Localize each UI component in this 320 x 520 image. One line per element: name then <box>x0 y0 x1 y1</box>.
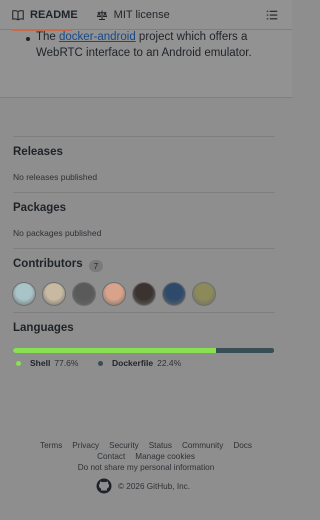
language-shell[interactable]: Shell 77.6% <box>16 358 78 368</box>
docker-android-link[interactable]: docker-android <box>59 31 136 43</box>
contributor-avatar[interactable] <box>42 282 66 306</box>
footer-privacy-link[interactable]: Do not share my personal information <box>0 463 292 472</box>
divider <box>13 312 275 313</box>
footer-links-secondary: Contact Manage cookies <box>0 452 292 461</box>
footer-links: Terms Privacy Security Status Community Docs <box>0 441 292 450</box>
releases-empty: No releases published <box>13 172 98 182</box>
language-percent: 77.6% <box>54 358 79 368</box>
footer-link[interactable]: Community <box>182 441 223 450</box>
divider <box>13 192 275 193</box>
language-percent: 22.4% <box>157 358 182 368</box>
outline-menu-icon[interactable] <box>266 9 278 21</box>
languages-bar <box>13 348 274 353</box>
footer-link[interactable]: Privacy <box>72 441 99 450</box>
bullet-marker <box>26 37 30 41</box>
footer-link[interactable]: Security <box>109 441 139 450</box>
divider <box>13 136 275 137</box>
releases-heading[interactable]: Releases <box>13 146 63 158</box>
languages-heading: Languages <box>13 322 74 334</box>
readme-tabs: README MIT license <box>0 0 292 31</box>
copyright-text: © 2026 GitHub, Inc. <box>118 481 191 491</box>
language-name: Shell <box>30 358 51 368</box>
language-color-dot <box>98 360 103 366</box>
language-dockerfile[interactable]: Dockerfile 22.4% <box>98 358 181 368</box>
book-icon <box>12 9 24 21</box>
contributors-count-badge: 7 <box>89 260 103 272</box>
contributors-heading[interactable]: Contributors <box>13 258 83 270</box>
footer-link[interactable]: Status <box>149 441 172 450</box>
contributor-avatar[interactable] <box>102 282 126 306</box>
language-bar-segment <box>13 348 216 353</box>
readme-card: README MIT license The docker-android pr… <box>0 0 292 98</box>
contributor-avatar[interactable] <box>12 282 36 306</box>
footer-brand: © 2026 GitHub, Inc. <box>96 478 190 494</box>
scale-icon <box>96 10 107 20</box>
contributors-avatars <box>12 282 222 306</box>
github-logo-icon[interactable] <box>96 478 112 494</box>
bullet-prefix: The <box>36 31 60 43</box>
footer-link[interactable]: Contact <box>97 452 125 461</box>
readme-bullet: The docker-android project which offers … <box>36 30 276 61</box>
language-bar-segment <box>215 348 274 353</box>
language-name: Dockerfile <box>112 358 154 368</box>
tab-license-label: MIT license <box>113 8 170 21</box>
footer-link[interactable]: Docs <box>233 441 252 450</box>
footer-link[interactable]: Terms <box>40 441 62 450</box>
language-color-dot <box>16 360 21 366</box>
contributor-avatar[interactable] <box>192 282 216 306</box>
packages-empty: No packages published <box>13 228 102 238</box>
divider <box>13 248 275 249</box>
tab-readme-label: README <box>30 8 78 21</box>
contributor-avatar[interactable] <box>72 282 96 306</box>
contributor-avatar[interactable] <box>162 282 186 306</box>
tab-license[interactable]: MIT license <box>96 0 170 30</box>
tab-readme[interactable]: README <box>12 0 78 31</box>
packages-heading[interactable]: Packages <box>13 202 66 214</box>
contributor-avatar[interactable] <box>132 282 156 306</box>
footer-link[interactable]: Manage cookies <box>135 452 195 461</box>
